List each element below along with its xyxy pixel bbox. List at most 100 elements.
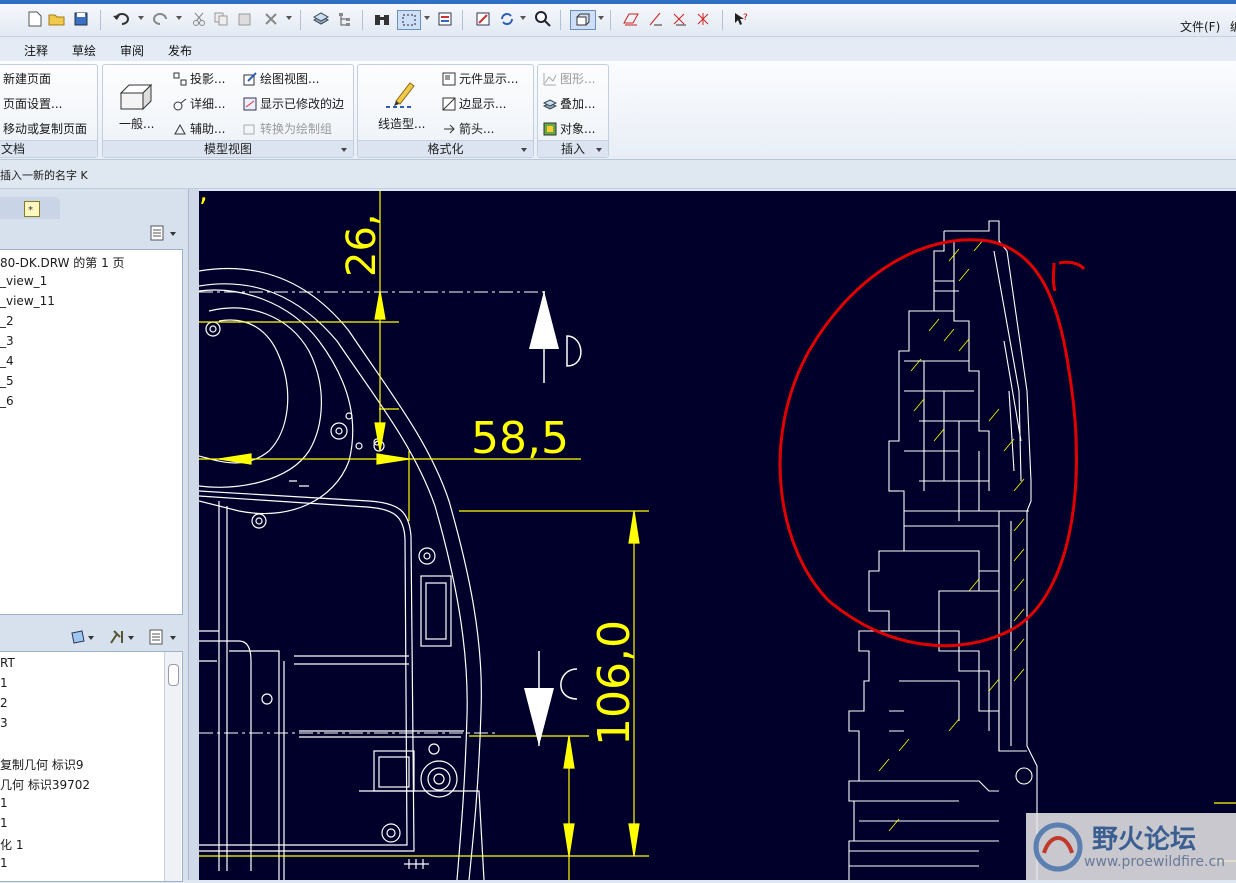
tree-item[interactable]: RT xyxy=(0,656,15,670)
navigator-tabs: * xyxy=(0,197,60,219)
datum-plane-icon[interactable] xyxy=(622,10,640,28)
tree-item[interactable]: 1 xyxy=(0,856,8,870)
help-whats-this-icon[interactable]: ? xyxy=(732,10,750,28)
datum-point-icon[interactable] xyxy=(671,10,689,28)
line-style-icon[interactable] xyxy=(382,79,418,114)
overlay-label: 叠加... xyxy=(560,97,596,111)
select-dropdown-icon[interactable] xyxy=(424,16,430,20)
object-label: 对象... xyxy=(560,122,596,136)
cut-icon[interactable] xyxy=(190,10,208,28)
projection-view-button[interactable]: 投影... xyxy=(173,70,225,87)
tab-publish[interactable]: 发布 xyxy=(168,42,192,59)
arrow-button[interactable]: 箭头... xyxy=(442,120,494,137)
menu-overflow[interactable]: 编 xyxy=(1230,18,1236,35)
save-icon[interactable] xyxy=(72,10,90,28)
model-views-group-dropdown-icon[interactable] xyxy=(341,148,347,152)
general-view-icon[interactable] xyxy=(119,83,153,114)
undo-icon[interactable] xyxy=(112,10,130,28)
toolbar-separator xyxy=(462,10,463,30)
tree-item[interactable]: _view_11 xyxy=(0,294,55,308)
model-views-group: 一般... 投影... 详细... 辅助... 绘图视图... 显示已修改的边 … xyxy=(102,64,354,158)
zoom-icon[interactable] xyxy=(534,10,552,28)
show-modified-edges-button[interactable]: 显示已修改的边 xyxy=(243,95,344,112)
highlight-circle-icon xyxy=(778,238,1078,648)
tree-item[interactable]: 3 xyxy=(0,716,8,730)
tree-settings-icon[interactable] xyxy=(150,225,180,244)
edge-display-button[interactable]: 边显示... xyxy=(442,95,506,112)
drawing-tree: 80-DK.DRW 的第 1 页 _view_1 _view_11 _2 _3 … xyxy=(0,249,183,615)
page-setup-button[interactable]: 页面设置... xyxy=(3,95,62,112)
drawing-sheet[interactable]: , 26, 58,5 106,0 xyxy=(198,175,1236,881)
drawing-view-button[interactable]: 绘图视图... xyxy=(243,70,319,87)
tree-item[interactable]: 几何 标识39702 xyxy=(0,776,90,793)
repaint-dropdown-icon[interactable] xyxy=(520,16,526,20)
copy-icon[interactable] xyxy=(212,10,230,28)
tree-item[interactable]: 2 xyxy=(0,696,8,710)
layers-icon[interactable] xyxy=(312,10,330,28)
coordinate-system-icon[interactable] xyxy=(695,10,713,28)
drawing-canvas[interactable]: , 26, 58,5 106,0 xyxy=(198,175,1236,881)
display-style-icon[interactable] xyxy=(570,10,596,30)
overlay-button[interactable]: 叠加... xyxy=(543,95,595,112)
show-modified-edges-label: 显示已修改的边 xyxy=(260,97,345,111)
repaint-icon[interactable] xyxy=(498,10,516,28)
general-view-button[interactable]: 一般... xyxy=(119,115,154,132)
model-tree-tools-icon[interactable] xyxy=(70,629,182,645)
delete-dropdown-icon[interactable] xyxy=(286,16,292,20)
convert-to-draw-group-button[interactable]: 转换为绘制组 xyxy=(243,120,332,137)
tree-item[interactable]: _view_1 xyxy=(0,274,47,288)
graph-button[interactable]: 图形... xyxy=(543,70,595,87)
move-copy-page-button[interactable]: 移动或复制页面 xyxy=(3,120,87,137)
delete-icon[interactable] xyxy=(262,10,280,28)
tree-scrollbar[interactable] xyxy=(164,652,181,881)
redo-dropdown-icon[interactable] xyxy=(176,16,182,20)
favorites-tab-icon[interactable]: * xyxy=(24,201,40,217)
insert-group-dropdown-icon[interactable] xyxy=(596,148,602,152)
tab-sketch[interactable]: 草绘 xyxy=(72,42,96,59)
file-menu[interactable]: 文件(F) xyxy=(1180,18,1220,35)
object-button[interactable]: 对象... xyxy=(543,120,595,137)
properties-icon[interactable] xyxy=(436,10,454,28)
panel-sash[interactable] xyxy=(188,189,199,880)
display-style-dropdown-icon[interactable] xyxy=(598,16,604,20)
tree-item[interactable]: 80-DK.DRW 的第 1 页 xyxy=(0,254,125,271)
tab-review[interactable]: 审阅 xyxy=(120,42,144,59)
paste-icon[interactable] xyxy=(236,10,254,28)
regenerate-icon[interactable] xyxy=(474,10,492,28)
tab-annotate[interactable]: 注释 xyxy=(24,42,48,59)
tree-item[interactable]: _3 xyxy=(0,334,14,348)
find-binoculars-icon[interactable] xyxy=(373,10,391,28)
undo-dropdown-icon[interactable] xyxy=(138,16,144,20)
toolbar-separator xyxy=(100,10,101,30)
scrollbar-thumb[interactable] xyxy=(168,664,179,686)
new-file-icon[interactable] xyxy=(26,10,44,28)
redo-icon[interactable] xyxy=(152,10,170,28)
new-page-button[interactable]: 新建页面 xyxy=(3,70,51,87)
tree-structure-icon[interactable] xyxy=(336,10,354,28)
tree-item[interactable]: 化 1 xyxy=(0,836,23,853)
detailed-view-button[interactable]: 详细... xyxy=(173,95,225,112)
toolbar-separator xyxy=(362,10,363,30)
tree-item[interactable]: _5 xyxy=(0,374,14,388)
auxiliary-view-button[interactable]: 辅助... xyxy=(173,120,225,137)
tree-item[interactable]: _2 xyxy=(0,314,14,328)
open-folder-icon[interactable] xyxy=(48,10,66,28)
tree-item[interactable]: _4 xyxy=(0,354,14,368)
format-group-dropdown-icon[interactable] xyxy=(521,148,527,152)
tree-item[interactable]: 复制几何 标识9 xyxy=(0,756,83,773)
tree-item[interactable]: 1 xyxy=(0,796,8,810)
select-box-icon[interactable] xyxy=(397,10,421,30)
dimension-58-5-text: 58,5 xyxy=(471,413,569,464)
tree-item[interactable]: 1 xyxy=(0,816,8,830)
model-tree: RT 1 2 3 复制几何 标识9 几何 标识39702 1 1 化 1 1 xyxy=(0,651,183,882)
component-display-button[interactable]: 元件显示... xyxy=(442,70,518,87)
tree-item[interactable]: _6 xyxy=(0,394,14,408)
section-c-label-icon xyxy=(560,668,578,700)
watermark-url: www.proewildfire.cn xyxy=(1084,854,1226,870)
projection-label: 投影... xyxy=(190,72,226,86)
tree-item[interactable]: 1 xyxy=(0,676,8,690)
model-tree-toolbar xyxy=(70,629,182,648)
line-style-button[interactable]: 线造型... xyxy=(378,115,425,132)
datum-axis-icon[interactable] xyxy=(647,10,665,28)
toolbar-separator xyxy=(610,10,611,30)
